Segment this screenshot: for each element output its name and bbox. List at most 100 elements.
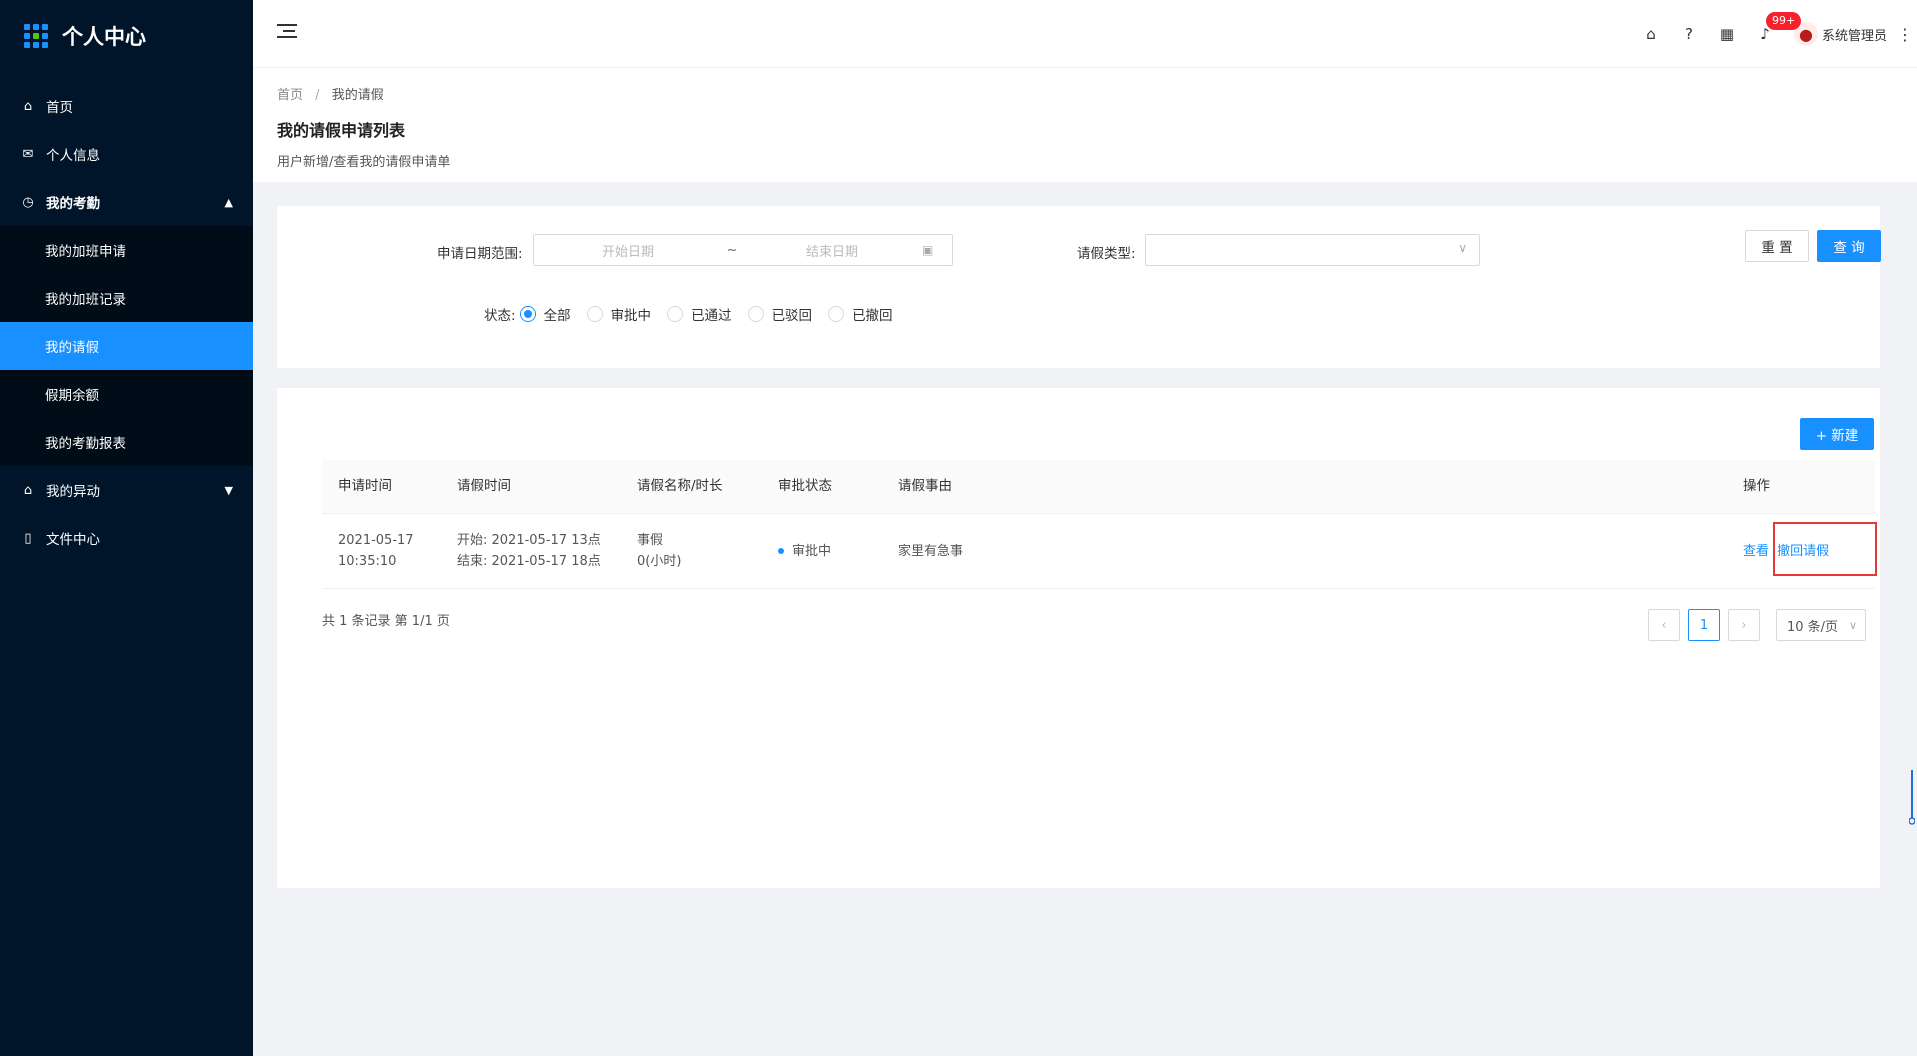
apps-grid-icon [24,24,48,48]
radio-label: 已通过 [691,308,732,324]
status-radio-all[interactable]: 全部 [519,304,571,324]
app-logo[interactable]: 个人中心 [0,0,253,72]
date-range-label: 申请日期范围: [437,246,523,262]
start-date-input[interactable]: 开始日期 [534,241,722,260]
calendar-icon: ▣ [922,243,934,257]
page-header: 首页 / 我的请假 我的请假申请列表 用户新增/查看我的请假申请单 [253,68,1917,182]
mail-icon: ✉ [22,146,34,162]
leave-start: 开始: 2021-05-17 13点 [457,533,601,548]
status-radio-approved[interactable]: 已通过 [667,304,732,324]
prev-page-button[interactable]: ‹ [1648,609,1680,641]
attendance-submenu: 我的加班申请 我的加班记录 我的请假 假期余额 我的考勤报表 [0,226,253,466]
column-header: 请假时间 [457,478,511,494]
sidebar-item-attendance-report[interactable]: 我的考勤报表 [0,418,253,466]
file-icon: ▯ [24,530,32,546]
radio-label: 全部 [543,308,571,324]
username: 系统管理员 [1821,28,1887,44]
sidebar-item-label: 我的请假 [45,340,99,356]
leave-type-label: 请假类型: [1077,246,1136,262]
sidebar: 个人中心 ⌂ 首页 ✉ 个人信息 ◷ 我的考勤 ▲ 我的加班申请 我的加班记录 … [0,0,253,1056]
radio-icon [828,306,845,322]
view-link[interactable]: 查看 [1743,544,1769,559]
apply-time: 10:35:10 [338,554,397,569]
sidebar-item-label: 个人信息 [46,148,100,164]
sidebar-item-files[interactable]: ▯ 文件中心 [0,514,253,562]
table-card: + 新建 申请时间 请假时间 请假名称/时长 审批状态 请假事由 操作 2021… [277,388,1880,888]
query-button[interactable]: 查 询 [1817,230,1881,262]
radio-checked-icon [519,306,536,322]
page-title: 我的请假申请列表 [277,121,406,140]
top-header: ⌂ ? ▦ ♪ 99+ ● 系统管理员 ⋮ [253,0,1917,68]
sidebar-item-label: 我的考勤 [46,196,100,212]
sidebar-item-overtime-records[interactable]: 我的加班记录 [0,274,253,322]
reset-button[interactable]: 重 置 [1745,230,1809,262]
sidebar-item-label: 我的加班申请 [45,244,126,260]
reason-cell: 家里有急事 [898,543,964,559]
status-cell: 审批中 [762,541,882,562]
sidebar-item-label: 我的考勤报表 [45,436,126,452]
leave-type-select[interactable]: ∨ [1145,234,1480,266]
home-icon: ⌂ [23,98,33,114]
leave-table: 申请时间 请假时间 请假名称/时长 审批状态 请假事由 操作 2021-05-1… [322,460,1875,589]
app-title: 个人中心 [62,25,146,49]
column-header: 请假事由 [898,478,952,494]
chevron-up-icon: ▲ [224,195,233,209]
end-date-input[interactable]: 结束日期 [742,241,922,260]
radio-icon [667,306,684,322]
leave-time-cell: 开始: 2021-05-17 13点 结束: 2021-05-17 18点 [441,530,621,572]
page-size-value: 10 条/页 [1787,619,1839,635]
leave-name-cell: 事假 0(小时) [621,530,762,572]
sidebar-item-attendance[interactable]: ◷ 我的考勤 ▲ [0,178,253,226]
status-radio-withdrawn[interactable]: 已撤回 [828,304,893,324]
clock-icon: ◷ [22,194,34,210]
sidebar-item-overtime-apply[interactable]: 我的加班申请 [0,226,253,274]
chevron-down-icon: ∨ [1848,618,1857,632]
apps-icon[interactable]: ▦ [1708,0,1746,68]
radio-icon [747,306,764,322]
leave-name: 事假 [637,533,664,548]
bank-icon: ⌂ [23,482,33,498]
table-header: 申请时间 请假时间 请假名称/时长 审批状态 请假事由 操作 [322,460,1875,514]
breadcrumb: 首页 / 我的请假 [277,88,384,103]
sidebar-item-transfer[interactable]: ⌂ 我的异动 ▼ [0,466,253,514]
apply-time-cell: 2021-05-17 10:35:10 [322,530,441,572]
status-radio-rejected[interactable]: 已驳回 [747,304,813,324]
pagination-summary: 共 1 条记录 第 1/1 页 [322,614,450,629]
home-icon[interactable]: ⌂ [1632,0,1670,68]
status-radio-pending[interactable]: 审批中 [586,304,652,324]
bell-icon[interactable]: ♪ 99+ [1746,0,1802,68]
scrollbar-thumb[interactable] [1909,770,1915,826]
sidebar-item-label: 假期余额 [45,388,99,404]
user-menu[interactable]: ● 系统管理员 [1793,22,1887,46]
highlight-box [1773,522,1877,576]
chevron-down-icon: ▼ [224,483,233,497]
radio-label: 审批中 [610,308,652,324]
menu-fold-icon[interactable] [277,24,297,42]
table-row: 2021-05-17 10:35:10 开始: 2021-05-17 13点 结… [322,514,1875,589]
breadcrumb-home[interactable]: 首页 [277,88,303,103]
header-toolbar: ⌂ ? ▦ ♪ 99+ ● 系统管理员 ⋮ [1632,0,1917,68]
sidebar-item-leave-balance[interactable]: 假期余额 [0,370,253,418]
sidebar-item-profile[interactable]: ✉ 个人信息 [0,130,253,178]
new-button[interactable]: + 新建 [1800,418,1874,450]
sidebar-item-my-leave[interactable]: 我的请假 [0,322,253,370]
date-range-picker[interactable]: 开始日期 ~ 结束日期 ▣ [533,234,953,266]
next-page-button[interactable]: › [1728,609,1760,641]
sidebar-item-home[interactable]: ⌂ 首页 [0,82,253,130]
column-header: 审批状态 [778,478,832,494]
page-number-button[interactable]: 1 [1688,609,1720,641]
radio-label: 已驳回 [771,308,813,324]
page-size-select[interactable]: 10 条/页 ∨ [1776,609,1866,641]
notification-badge: 99+ [1765,12,1802,30]
chevron-down-icon: ∨ [1458,241,1467,255]
apply-date: 2021-05-17 [338,533,414,548]
status-badge: 审批中 [792,543,832,559]
sidebar-item-label: 我的异动 [46,484,100,500]
sidebar-item-label: 我的加班记录 [45,292,126,308]
radio-label: 已撤回 [852,308,893,324]
more-vertical-icon[interactable]: ⋮ [1893,25,1917,44]
column-header: 操作 [1743,478,1770,494]
help-icon[interactable]: ? [1670,0,1708,68]
radio-icon [586,306,603,322]
status-label: 状态: [484,308,516,324]
